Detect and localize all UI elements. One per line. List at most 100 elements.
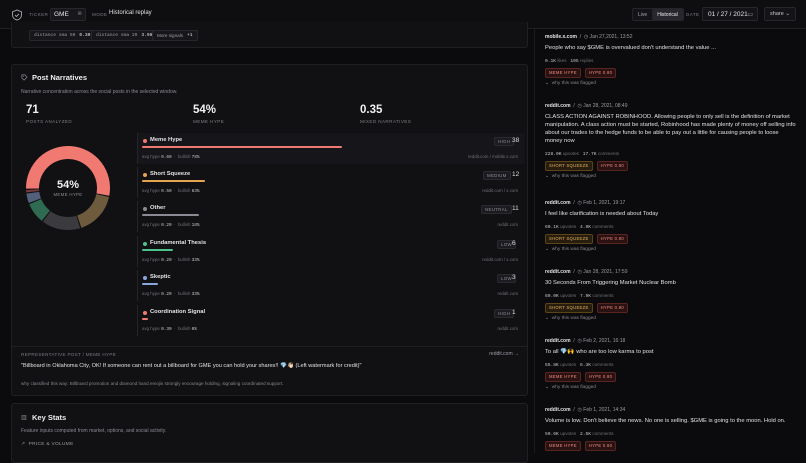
divider: [12, 346, 527, 347]
why-flagged-link[interactable]: ⌄ why this was flagged: [545, 174, 596, 179]
feed-post[interactable]: reddit.com / ◷ Feb 1, 2021, 14:34 Volume…: [535, 402, 806, 453]
more-signals-button[interactable]: More signals +1: [152, 30, 198, 41]
why-flagged-link[interactable]: ⌄ why this was flagged: [545, 247, 596, 252]
feed-post[interactable]: reddit.com / ◷ Jan 28, 2021, 17:59 30 Se…: [535, 264, 806, 333]
feed-post[interactable]: reddit.com / ◷ Feb 2, 2021, 16:18 To all…: [535, 333, 806, 402]
chevron-down-icon: ⌄: [545, 246, 550, 252]
mode-label: MODE: [92, 12, 108, 17]
signal-chip: distance sma 50 0.30: [29, 30, 96, 41]
narrative-source: reddit.com: [497, 326, 519, 331]
post-stats: 0.1K likes 105 replies: [545, 57, 594, 64]
narrative-bar-track: [142, 214, 512, 216]
date-input[interactable]: 01 / 27 / 2021 ▭: [702, 7, 758, 21]
post-text: 30 Seconds From Triggering Market Nuclea…: [545, 280, 676, 286]
post-text: People who say $GME is overvalued don't …: [545, 45, 716, 51]
clock-icon: ◷: [577, 407, 582, 413]
price-volume-section[interactable]: ↗ PRICE & VOLUME: [21, 442, 74, 447]
narrative-tag: SHORT SQUEEZE: [545, 233, 593, 244]
post-text: I feel like clarification is needed abou…: [545, 211, 659, 217]
narrative-bar: [142, 146, 342, 148]
narrative-name: Skeptic: [150, 274, 171, 280]
ticker-input[interactable]: GME ⊗: [50, 8, 86, 21]
post-header: reddit.com / ◷ Feb 2, 2021, 16:18: [545, 338, 626, 344]
clear-icon[interactable]: ⊗: [77, 11, 82, 17]
stat-posts-label: POSTS ANALYZED: [26, 119, 73, 124]
post-tags: MEME HYPE HYPE 0.80: [545, 67, 617, 78]
feed-post[interactable]: mobile.x.com / ◷ Jan 27,2021, 13:52 Peop…: [535, 29, 806, 98]
narrative-source: reddit.com: [497, 222, 519, 227]
narrative-tag: MEME HYPE: [545, 371, 581, 382]
post-header: reddit.com / ◷ Jan 28, 2021, 17:59: [545, 269, 628, 275]
hype-tag: HYPE 0.80: [596, 302, 629, 313]
narrative-tag: MEME HYPE: [545, 67, 581, 78]
representative-post-reason: why classified this way: Billboard promo…: [21, 381, 284, 386]
narrative-metrics: avg hype 0.60 · bullish 78%: [142, 154, 200, 160]
key-stats-panel: ▥ Key Stats Feature inputs computed from…: [11, 403, 528, 463]
panel-subtitle: Narrative concentration across the socia…: [21, 89, 178, 95]
representative-post-text: "Billboard in Oklahoma City, OK! If some…: [21, 363, 362, 369]
narrative-name: Coordination Signal: [150, 309, 206, 315]
post-feed: mobile.x.com / ◷ Jan 27,2021, 13:52 Peop…: [534, 29, 806, 453]
narrative-row[interactable]: Short Squeeze MEDIUM 12 avg hype 0.50 · …: [137, 167, 524, 198]
historical-tab[interactable]: Historical: [652, 9, 683, 20]
chevron-down-icon: ⌄: [545, 80, 550, 86]
feed-post[interactable]: reddit.com / ◷ Feb 1, 2021, 19:17 I feel…: [535, 195, 806, 264]
narrative-row[interactable]: Meme Hype HIGH 38 avg hype 0.60 · bullis…: [137, 133, 524, 164]
post-narratives-panel: Post Narratives Narrative concentration …: [11, 64, 528, 396]
post-stats: 228.0K upvotes 17.7K comments: [545, 150, 620, 157]
donut-center: 54% MEME HYPE: [25, 145, 111, 231]
mode-value[interactable]: Historical replay: [109, 10, 152, 16]
narrative-count: 11: [512, 205, 519, 212]
post-header: reddit.com / ◷ Feb 1, 2021, 19:17: [545, 200, 626, 206]
hype-tag: HYPE 0.80: [584, 67, 617, 78]
hype-tag: HYPE 0.80: [596, 233, 629, 244]
post-tags: SHORT SQUEEZE HYPE 0.80: [545, 302, 629, 313]
narrative-bar: [142, 318, 148, 320]
calendar-icon[interactable]: ▭: [747, 11, 753, 18]
live-tab[interactable]: Live: [633, 9, 652, 20]
panel-subtitle: Feature inputs computed from market, opt…: [21, 428, 167, 434]
narrative-name: Short Squeeze: [150, 171, 191, 177]
narrative-color-dot: [143, 173, 147, 177]
narrative-tag: SHORT SQUEEZE: [545, 302, 593, 313]
why-flagged-link[interactable]: ⌄ why this was flagged: [545, 81, 596, 86]
why-flagged-link[interactable]: ⌄ why this was flagged: [545, 316, 596, 321]
narrative-row[interactable]: Coordination Signal HIGH 1 avg hype 0.30…: [137, 305, 524, 336]
feed-post[interactable]: reddit.com / ◷ Jan 28, 2021, 08:49 CLASS…: [535, 98, 806, 179]
post-stats: 60.1K upvotes 4.9K comments: [545, 223, 614, 230]
narrative-bar-track: [142, 318, 512, 320]
post-header: mobile.x.com / ◷ Jan 27,2021, 13:52: [545, 34, 633, 40]
stat-mixed-label: MIXED NARRATIVES: [360, 119, 412, 124]
narrative-metrics: avg hype 0.30 · bullish 0%: [142, 326, 197, 332]
narrative-bar: [142, 249, 174, 251]
chevron-down-icon: ⌄: [785, 11, 790, 17]
signal-chip: distance sma 20 3.98: [91, 30, 158, 41]
stat-mixed-value: 0.35: [360, 104, 383, 116]
date-label: DATE: [686, 12, 700, 17]
narrative-count: 12: [512, 171, 520, 178]
clock-icon: ◷: [577, 103, 582, 109]
narrative-count: 38: [512, 137, 520, 144]
mode-toggle: Live Historical: [632, 8, 684, 21]
narrative-name: Fundamental Thesis: [150, 240, 207, 246]
post-header: reddit.com / ◷ Feb 1, 2021, 14:34: [545, 407, 626, 413]
post-stats: 50.6K upvotes 2.5K comments: [545, 430, 614, 437]
panel-title: Post Narratives: [32, 73, 88, 82]
post-stats: 60.0K upvotes 7.9K comments: [545, 292, 614, 299]
narrative-count: 1: [512, 309, 516, 316]
clock-icon: ◷: [583, 34, 589, 40]
hype-tag: HYPE 0.80: [584, 371, 617, 382]
ticker-value: GME: [54, 11, 69, 18]
post-tags: SHORT SQUEEZE HYPE 0.80: [545, 160, 629, 171]
narrative-bar-track: [142, 180, 512, 182]
narrative-count: 6: [512, 240, 516, 247]
post-tags: MEME HYPE HYPE 0.80: [545, 440, 617, 451]
narrative-name: Other: [150, 205, 166, 211]
share-button[interactable]: share ⌄: [764, 7, 796, 21]
narrative-row[interactable]: Skeptic LOW 3 avg hype 0.20 · bullish 33…: [137, 270, 524, 301]
narrative-row[interactable]: Other NEUTRAL 11 avg hype 0.20 · bullish…: [137, 201, 524, 232]
narrative-metrics: avg hype 0.20 · bullish 33%: [142, 291, 200, 297]
representative-post-link[interactable]: reddit.com →: [489, 351, 519, 357]
narrative-row[interactable]: Fundamental Thesis LOW 6 avg hype 0.20 ·…: [137, 236, 524, 267]
why-flagged-link[interactable]: ⌄ why this was flagged: [545, 385, 596, 390]
